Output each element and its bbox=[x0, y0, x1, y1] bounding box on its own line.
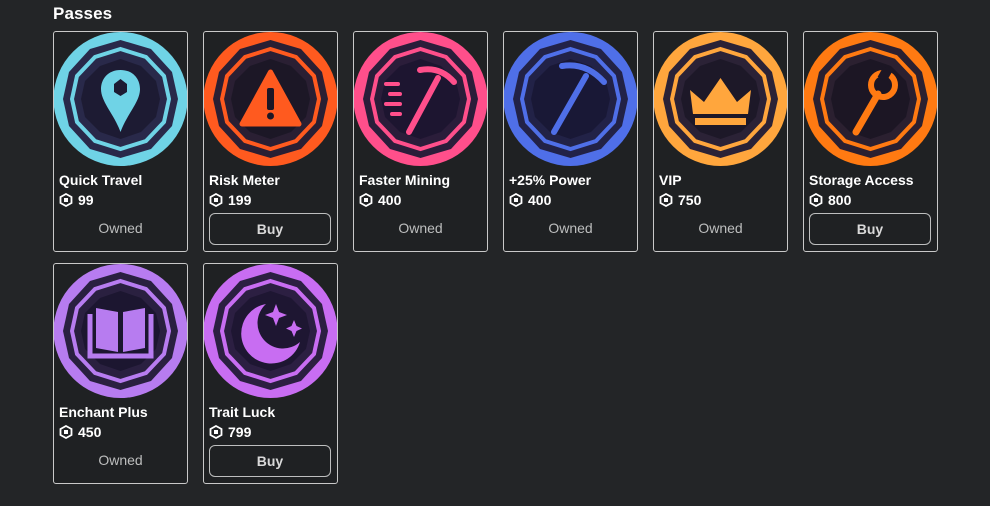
moon-stars-icon bbox=[204, 264, 337, 399]
section-title: Passes bbox=[53, 4, 113, 23]
owned-label: Owned bbox=[698, 220, 743, 236]
location-pin-icon bbox=[54, 32, 187, 167]
pass-price-value: 800 bbox=[828, 192, 852, 208]
wrench-icon bbox=[804, 32, 937, 167]
pass-price: 800 bbox=[809, 192, 851, 208]
pass-price-value: 750 bbox=[678, 192, 702, 208]
pass-name: +25% Power bbox=[509, 172, 592, 188]
pass-price: 400 bbox=[509, 192, 551, 208]
crown-icon bbox=[654, 32, 787, 167]
pass-card-enchant-plus[interactable]: Enchant Plus 450 Owned bbox=[53, 263, 188, 484]
buy-button[interactable]: Buy bbox=[209, 445, 331, 477]
owned-label: Owned bbox=[398, 220, 443, 236]
robux-icon bbox=[59, 193, 73, 207]
pass-name: VIP bbox=[659, 172, 682, 188]
robux-icon bbox=[359, 193, 373, 207]
pass-price-value: 450 bbox=[78, 424, 102, 440]
warning-icon bbox=[204, 32, 337, 167]
pass-name: Trait Luck bbox=[209, 404, 276, 420]
pickaxe-icon bbox=[504, 32, 637, 167]
robux-icon bbox=[59, 425, 73, 439]
robux-icon bbox=[809, 193, 823, 207]
pass-price-value: 400 bbox=[528, 192, 552, 208]
pass-card-faster-mining[interactable]: Faster Mining 400 Owned bbox=[353, 31, 488, 252]
pass-card-vip[interactable]: VIP 750 Owned bbox=[653, 31, 788, 252]
pass-price-value: 99 bbox=[78, 192, 94, 208]
robux-icon bbox=[659, 193, 673, 207]
owned-label: Owned bbox=[98, 452, 143, 468]
pass-name: Enchant Plus bbox=[59, 404, 148, 420]
pass-name: Risk Meter bbox=[209, 172, 280, 188]
robux-icon bbox=[209, 193, 223, 207]
book-icon bbox=[54, 264, 187, 399]
pass-card-risk-meter[interactable]: Risk Meter 199 Buy bbox=[203, 31, 338, 252]
robux-icon bbox=[209, 425, 223, 439]
owned-label: Owned bbox=[548, 220, 593, 236]
fast-pickaxe-icon bbox=[354, 32, 487, 167]
pass-name: Faster Mining bbox=[359, 172, 451, 188]
pass-name: Quick Travel bbox=[59, 172, 143, 188]
pass-price: 199 bbox=[209, 192, 251, 208]
pass-price-value: 799 bbox=[228, 424, 252, 440]
owned-label: Owned bbox=[98, 220, 143, 236]
pass-card-trait-luck[interactable]: Trait Luck 799 Buy bbox=[203, 263, 338, 484]
pass-card-quick-travel[interactable]: Quick Travel 99 Owned bbox=[53, 31, 188, 252]
pass-price: 99 bbox=[59, 192, 94, 208]
pass-price: 799 bbox=[209, 424, 251, 440]
pass-name: Storage Access bbox=[809, 172, 914, 188]
pass-price: 750 bbox=[659, 192, 701, 208]
passes-grid: Quick Travel 99 Owned Risk Meter 199 Buy bbox=[53, 31, 938, 484]
pass-price: 400 bbox=[359, 192, 401, 208]
pass-price: 450 bbox=[59, 424, 101, 440]
pass-card-storage-access[interactable]: Storage Access 800 Buy bbox=[803, 31, 938, 252]
pass-price-value: 400 bbox=[378, 192, 402, 208]
pass-card-power[interactable]: +25% Power 400 Owned bbox=[503, 31, 638, 252]
robux-icon bbox=[509, 193, 523, 207]
buy-button[interactable]: Buy bbox=[209, 213, 331, 245]
pass-price-value: 199 bbox=[228, 192, 252, 208]
buy-button[interactable]: Buy bbox=[809, 213, 931, 245]
